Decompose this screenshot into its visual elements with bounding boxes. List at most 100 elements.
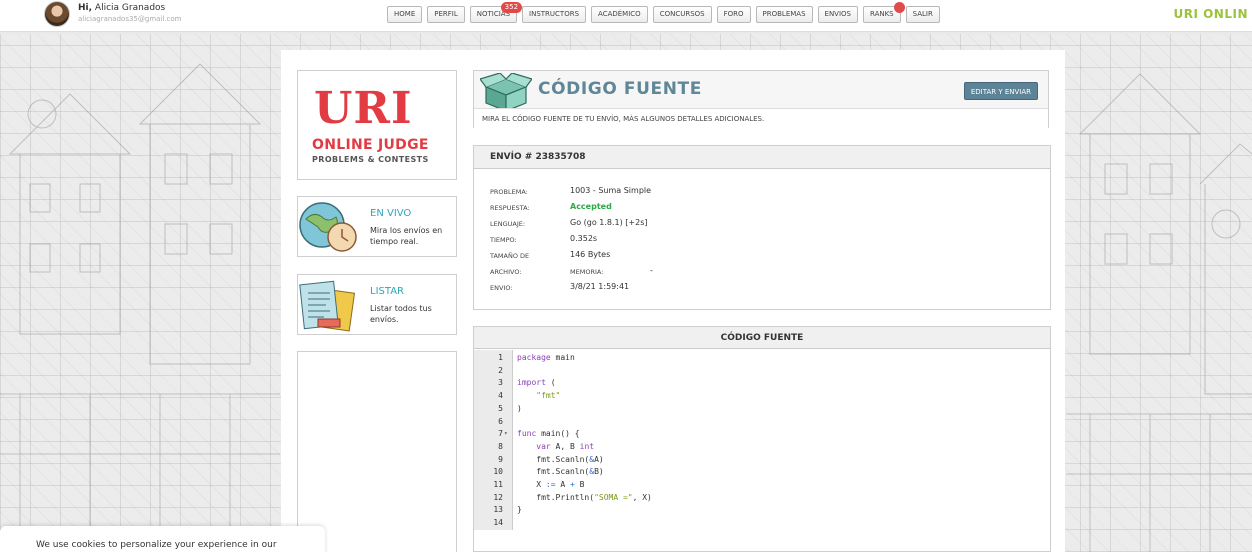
detail-row-tiempo: TIEMPO: 0.352s [490, 233, 1030, 249]
code-line: 4 "fmt" [474, 389, 1050, 402]
nav-problemas-label: PROBLEMAS [762, 10, 806, 18]
en-vivo-description: Mira los envíos en tiempo real. [370, 226, 443, 246]
code-line: 5) [474, 402, 1050, 415]
source-code-heading: CÓDIGO FUENTE [474, 327, 1050, 349]
sidebar-card-en-vivo[interactable]: EN VIVO Mira los envíos en tiempo real. [297, 196, 457, 257]
main-nav: HOME PERFIL NOTICIAS 352 INSTRUCTORS ACA… [387, 2, 940, 23]
main-container: URI ONLINE JUDGE PROBLEMS & CONTESTS EN … [281, 50, 1065, 552]
nav-salir-label: SALIR [912, 10, 933, 18]
nav-foro-button[interactable]: FORO [716, 6, 751, 23]
code-text: fmt.Scanln(&B) [517, 467, 604, 477]
code-text: fmt.Scanln(&A) [517, 454, 604, 464]
memoria-value: - [650, 266, 653, 275]
line-number: 3 [498, 378, 503, 388]
code-text: X := A + B [517, 480, 585, 489]
code-text: ) [517, 403, 522, 413]
documents-list-icon [299, 280, 356, 332]
top-bar: Hi, Alicia Granados aliciagranados35@gma… [0, 0, 1252, 32]
code-line: 13} [474, 503, 1050, 516]
submission-details-panel: ENVÍO # 23835708 PROBLEMA: 1003 - Suma S… [473, 145, 1051, 310]
code-line: 6 [474, 415, 1050, 428]
nav-ranks-button[interactable]: RANKS [862, 2, 905, 23]
respuesta-value: Accepted [570, 202, 612, 211]
sidebar-empty-panel [297, 351, 457, 552]
archivo-label: ARCHIVO: [490, 268, 522, 276]
page-title: CÓDIGO FUENTE [538, 79, 702, 99]
tamano-value: 146 Bytes [570, 250, 611, 259]
nav-concursos-button[interactable]: CONCURSOS [652, 6, 712, 23]
detail-row-envio: ENVIO: 3/8/21 1:59:41 [490, 281, 1030, 297]
nav-perfil-button[interactable]: PERFIL [427, 6, 465, 23]
code-line: 10 fmt.Scanln(&B) [474, 465, 1050, 478]
submission-heading: ENVÍO # 23835708 [474, 146, 1050, 169]
fold-arrow-icon[interactable]: ▾ [504, 427, 508, 440]
sidebar-card-listar[interactable]: LISTAR Listar todos tus envíos. [297, 274, 457, 335]
nav-problemas-button[interactable]: PROBLEMAS [755, 6, 813, 23]
code-line: 2 [474, 364, 1050, 377]
source-code-panel: CÓDIGO FUENTE 1 package main 2 3 import (4 "… [473, 326, 1051, 552]
ranks-notification-dot [893, 2, 905, 13]
envio-date-label: ENVIO: [490, 284, 513, 292]
line-number: 6 [498, 416, 503, 426]
memoria-label: MEMORIA: [570, 268, 604, 276]
code-text: func main() { [517, 429, 580, 439]
problema-label: PROBLEMA: [490, 188, 528, 196]
code-text: package main [517, 353, 575, 362]
nav-salir-button[interactable]: SALIR [905, 6, 940, 23]
lenguaje-value: Go (go 1.8.1) [+2s] [570, 218, 648, 227]
nav-academico-button[interactable]: ACADÉMICO [591, 6, 648, 23]
code-editor[interactable]: 1 package main 2 3 import (4 "fmt" 5) 6 7 ▾ func … [474, 350, 1050, 530]
nav-instructors-label: INSTRUCTORS [529, 10, 580, 18]
detail-row-archivo-memoria: ARCHIVO: MEMORIA: - [490, 265, 1030, 281]
source-code-header: CÓDIGO FUENTE EDITAR Y ENVIAR MIRA EL CÓ… [473, 70, 1049, 128]
code-text: } [517, 505, 522, 515]
detail-row-problema: PROBLEMA: 1003 - Suma Simple [490, 185, 1030, 201]
greeting-prefix: Hi, [78, 3, 93, 13]
respuesta-label: RESPUESTA: [490, 204, 530, 212]
edit-and-send-button[interactable]: EDITAR Y ENVIAR [963, 82, 1038, 100]
code-text: var A, B int [536, 441, 595, 451]
logo-problems-contests: PROBLEMS & CONTESTS [312, 155, 429, 164]
brand-title[interactable]: URI ONLIN [1173, 7, 1248, 21]
line-number: 7 [498, 429, 503, 439]
nav-envios-label: ENVIOS [824, 10, 851, 18]
nav-home-button[interactable]: HOME [387, 6, 423, 23]
cookie-banner: We use cookies to personalize your exper… [0, 526, 325, 552]
listar-title: LISTAR [370, 286, 404, 297]
nav-academico-label: ACADÉMICO [598, 10, 641, 18]
line-number: 14 [493, 518, 503, 528]
problema-value[interactable]: 1003 - Suma Simple [570, 186, 651, 195]
line-number: 8 [498, 441, 503, 451]
user-name: Alicia Granados [94, 3, 166, 13]
uri-logo[interactable]: URI ONLINE JUDGE PROBLEMS & CONTESTS [297, 70, 457, 180]
logo-uri-text: URI [314, 83, 413, 134]
code-line: 14 [474, 516, 1050, 529]
nav-noticias-button[interactable]: NOTICIAS 352 [469, 2, 523, 23]
noticias-count-badge: 352 [500, 2, 523, 13]
code-text: import ( [517, 378, 556, 388]
logo-online-judge: ONLINE JUDGE [312, 137, 429, 153]
tiempo-value: 0.352s [570, 234, 598, 243]
envio-date-value: 3/8/21 1:59:41 [570, 282, 630, 291]
code-line: 8 var A, B int [474, 440, 1050, 453]
tamano-label: TAMAÑO DE [490, 252, 530, 260]
nav-home-label: HOME [394, 10, 416, 18]
line-number: 9 [498, 454, 503, 464]
user-avatar[interactable] [44, 1, 70, 27]
code-line: 3 import ( [474, 376, 1050, 389]
code-text: "fmt" [536, 391, 561, 401]
nav-ranks-label: RANKS [869, 10, 894, 18]
nav-instructors-button[interactable]: INSTRUCTORS [522, 6, 587, 23]
line-number: 12 [493, 492, 503, 502]
code-line: 9 fmt.Scanln(&A) [474, 453, 1050, 466]
code-line: 11 X := A + B [474, 478, 1050, 491]
code-line: 12 fmt.Println("SOMA =", X) [474, 491, 1050, 504]
en-vivo-title: EN VIVO [370, 208, 412, 219]
code-line: 7 ▾ func main() { [474, 427, 1050, 440]
nav-envios-button[interactable]: ENVIOS [817, 6, 858, 23]
lenguaje-label: LENGUAJE: [490, 220, 526, 228]
open-box-icon [480, 73, 532, 111]
tiempo-label: TIEMPO: [490, 236, 517, 244]
nav-foro-label: FORO [723, 10, 744, 18]
code-text: fmt.Println("SOMA =", X) [517, 492, 652, 502]
